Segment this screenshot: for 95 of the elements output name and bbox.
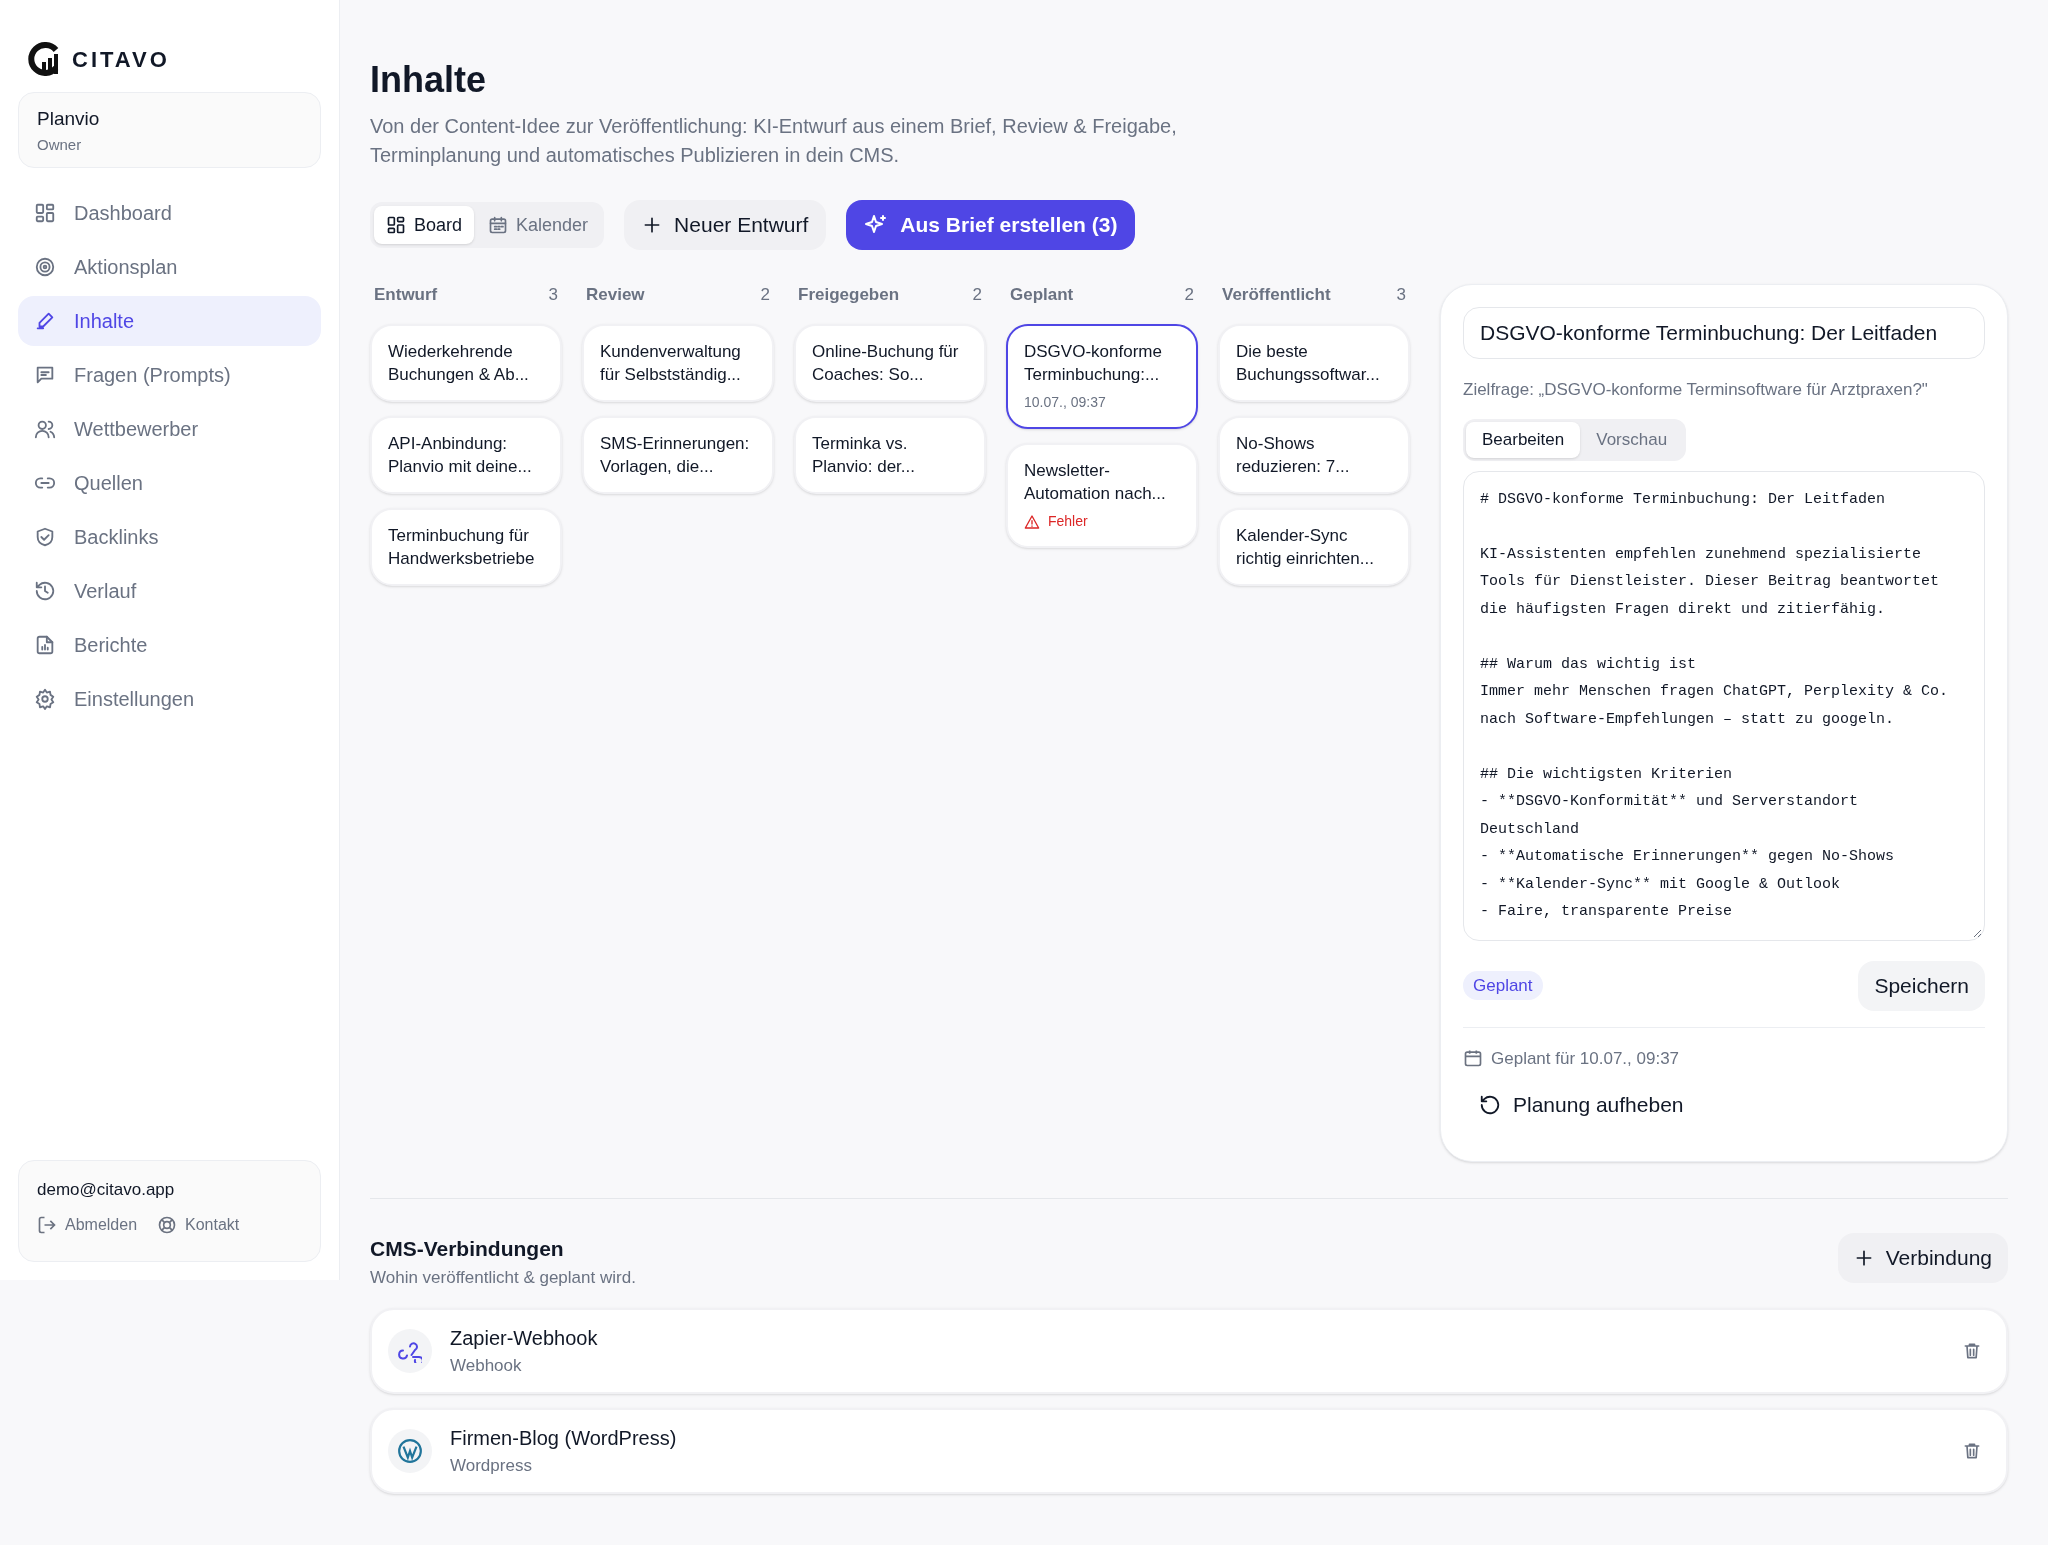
nav-item[interactable]: Dashboard (18, 188, 321, 238)
column-count: 3 (548, 284, 558, 307)
target-question: Zielfrage: „DSGVO-konforme Terminsoftware für Arztpraxen?" (1463, 379, 1929, 401)
column-title: Geplant (1010, 284, 1074, 307)
grid-icon (386, 215, 406, 235)
report-icon (34, 634, 56, 656)
column-title: Freigegeben (798, 284, 900, 307)
nav-item[interactable]: Fragen (Prompts) (18, 350, 321, 400)
nav-item[interactable]: Inhalte (18, 296, 321, 346)
user-email: demo@citavo.app (37, 1179, 176, 1201)
content-card[interactable]: Terminka vs. Planvio: der... (794, 416, 986, 494)
card-title: API-Anbindung: Planvio mit deine... (388, 433, 533, 478)
column-title: Review (586, 284, 645, 307)
editor-tab[interactable]: Bearbeiten (1466, 421, 1581, 458)
nav-item[interactable]: Wettbewerber (18, 404, 321, 454)
card-title: SMS-Erinnerungen: Vorlagen, die... (600, 433, 751, 478)
page-title: Inhalte (370, 58, 487, 102)
content-card[interactable]: No-Shows reduzieren: 7... (1218, 416, 1410, 494)
undo-icon (1479, 1094, 1501, 1116)
content-card[interactable]: Terminbuchung für Handwerksbetriebe (370, 508, 562, 586)
card-title: DSGVO-konforme Terminbuchung:... (1024, 341, 1163, 386)
title-field[interactable]: DSGVO-konforme Terminbuchung: Der Leitfaden (1463, 307, 1985, 359)
content-card[interactable]: Online-Buchung für Coaches: So... (794, 324, 986, 402)
error-label: Fehler (1048, 512, 1088, 531)
account-name: Planvio (37, 107, 101, 131)
section-subtitle: Wohin veröffentlicht & geplant wird. (370, 1266, 636, 1289)
card-title: Terminka vs. Planvio: der... (812, 433, 916, 478)
section-title: CMS-Verbindungen (370, 1236, 565, 1262)
resize-handle-icon[interactable] (1972, 927, 1982, 938)
view-tab[interactable]: Board (374, 206, 475, 244)
card-title: Kalender-Sync richtig einrichten... (1236, 525, 1375, 570)
wordpress-icon (397, 1438, 423, 1464)
contact-link[interactable]: Kontakt (157, 1212, 240, 1237)
connection-name: Firmen-Blog (WordPress) (450, 1426, 678, 1452)
card-title: Die beste Buchungssoftwar... (1236, 341, 1381, 386)
content-card[interactable]: Kalender-Sync richtig einrichten... (1218, 508, 1410, 586)
create-from-brief-button[interactable]: Aus Brief erstellen (3) (846, 200, 1136, 250)
trash-icon (1962, 1441, 1982, 1461)
editor-tab[interactable]: Vorschau (1580, 421, 1684, 458)
content-editor-field[interactable]: # DSGVO-konforme Terminbuchung: Der Leitfaden KI-Assistenten empfehlen zunehmend spezialisierte Tools für Dienstleister. Dieser Beitrag beantwortet die häufigsten Fragen direkt und zitierfähig. ## Warum das wichtig ist Immer mehr Menschen fragen ChatGPT, Perplexity & Co. nach Software-Empfehlungen – statt zu googeln. ## Die wichtigsten Kriterien - **DSGVO-Konformität** und Serverstandort Deutschland - **Automatische Erinnerungen** gegen No-Shows - **Kalender-Sync** mit Google & Outlook - Faire, transparente Preise (1463, 470, 1985, 941)
nav-item[interactable]: Berichte (18, 620, 321, 670)
card-title: Newsletter-Automation nach... (1024, 460, 1167, 505)
connection-type: Wordpress (450, 1455, 533, 1478)
content-card[interactable]: Newsletter-Automation nach... Fehler (1006, 443, 1198, 548)
chat-icon (34, 364, 56, 386)
nav-item[interactable]: Aktionsplan (18, 242, 321, 292)
unschedule-button[interactable]: Planung aufheben (1473, 1083, 1690, 1127)
content-card[interactable]: Wiederkehrende Buchungen & Ab... (370, 324, 562, 402)
history-icon (34, 580, 56, 602)
add-connection-button[interactable]: Verbindung (1837, 1233, 2008, 1283)
gear-icon (34, 688, 56, 710)
calendar-icon (1463, 1048, 1483, 1069)
content-card[interactable]: Die beste Buchungssoftwar... (1218, 324, 1410, 402)
nav-item[interactable]: Einstellungen (18, 674, 321, 724)
column-count: 2 (760, 284, 770, 307)
logout-icon (37, 1214, 57, 1235)
logout-link[interactable]: Abmelden (37, 1212, 138, 1237)
connection-name: Zapier-Webhook (450, 1326, 599, 1352)
schedule-text: Geplant für 10.07., 09:37 (1491, 1047, 1680, 1070)
column-count: 2 (972, 284, 982, 307)
pen-icon (34, 310, 56, 332)
account-card[interactable]: Planvio Owner (18, 92, 321, 168)
status-badge: Geplant (1463, 970, 1543, 1001)
save-button[interactable]: Speichern (1858, 960, 1985, 1011)
content-card[interactable]: Kundenverwaltung für Selbstständig... (582, 324, 774, 402)
warning-icon (1024, 513, 1040, 530)
account-role: Owner (37, 134, 83, 155)
nav-item[interactable]: Quellen (18, 458, 321, 508)
card-title: Kundenverwaltung für Selbstständig... (600, 341, 742, 386)
card-title: Online-Buchung für Coaches: So... (812, 341, 960, 386)
grid-icon (34, 202, 56, 224)
nav-item[interactable]: Backlinks (18, 512, 321, 562)
card-date: 10.07., 09:37 (1024, 393, 1107, 412)
connection-type: Webhook (450, 1355, 523, 1378)
users-icon (34, 418, 56, 440)
target-icon (34, 256, 56, 278)
lifebuoy-icon (157, 1214, 178, 1235)
card-title: No-Shows reduzieren: 7... (1236, 433, 1351, 478)
card-title: Wiederkehrende Buchungen & Ab... (388, 341, 530, 386)
card-title: Terminbuchung für Handwerksbetriebe (388, 525, 536, 570)
column-count: 3 (1396, 284, 1406, 307)
new-draft-button[interactable]: Neuer Entwurf (624, 200, 827, 250)
column-title: Entwurf (374, 284, 438, 307)
page-subtitle: Von der Content-Idee zur Veröffentlichung: KI-Entwurf aus einem Brief, Review & Freigabe, Terminplanung und automatisches Publizieren in dein CMS. (370, 114, 1178, 168)
brand-name: CITAVO (72, 45, 170, 74)
column-count: 2 (1184, 284, 1194, 307)
content-card[interactable]: DSGVO-konforme Terminbuchung:... 10.07., 09:37 (1006, 324, 1198, 429)
nav-item[interactable]: Verlauf (18, 566, 321, 616)
content-card[interactable]: API-Anbindung: Planvio mit deine... (370, 416, 562, 494)
trash-icon (1962, 1341, 1982, 1361)
view-tab[interactable]: Kalender (476, 206, 601, 244)
calendar-icon (488, 215, 509, 235)
content-card[interactable]: SMS-Erinnerungen: Vorlagen, die... (582, 416, 774, 494)
logo-icon (28, 42, 60, 76)
column-title: Veröffentlicht (1222, 284, 1331, 307)
